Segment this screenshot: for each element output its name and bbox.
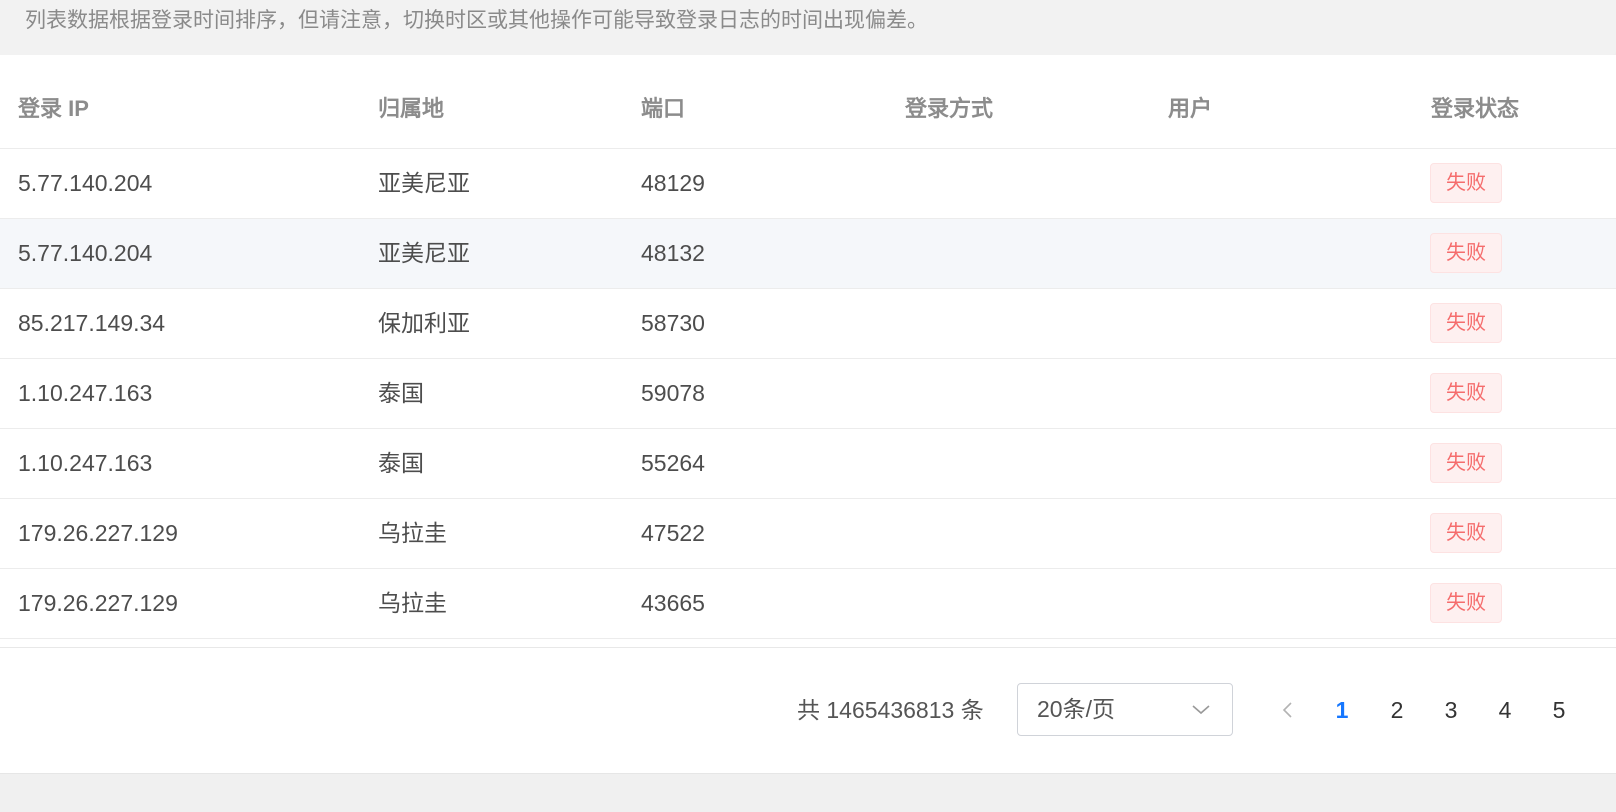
status-badge: 失败 bbox=[1430, 233, 1502, 273]
cell-location: 保加利亚 bbox=[378, 310, 470, 336]
cell-location: 乌拉圭 bbox=[378, 520, 447, 546]
login-log-panel: 登录 IP 归属地 端口 登录方式 用户 登录状态 5.77.140.204 亚美… bbox=[0, 55, 1616, 773]
cell-port: 58730 bbox=[641, 310, 705, 336]
chevron-left-icon[interactable] bbox=[1276, 697, 1300, 723]
cell-location: 泰国 bbox=[378, 380, 424, 406]
page-1-button[interactable]: 1 bbox=[1327, 693, 1357, 727]
cell-ip: 5.77.140.204 bbox=[18, 170, 153, 196]
cell-port: 59078 bbox=[641, 380, 705, 406]
cell-port: 48129 bbox=[641, 170, 705, 196]
cell-location: 亚美尼亚 bbox=[378, 240, 470, 266]
cell-ip: 1.10.247.163 bbox=[18, 380, 153, 406]
table-row[interactable]: 1.10.247.163 泰国 59078 失败 bbox=[0, 359, 1616, 429]
table-header: 登录 IP 归属地 端口 登录方式 用户 登录状态 bbox=[0, 55, 1616, 149]
page-4-button[interactable]: 4 bbox=[1490, 693, 1520, 727]
column-header-status: 登录状态 bbox=[1431, 96, 1520, 121]
notice-bar: 列表数据根据登录时间排序，但请注意，切换时区或其他操作可能导致登录日志的时间出现… bbox=[0, 0, 1616, 55]
table-row[interactable]: 85.217.149.34 保加利亚 58730 失败 bbox=[0, 289, 1616, 359]
divider bbox=[0, 647, 1616, 648]
table-row[interactable]: 179.26.227.129 乌拉圭 47522 失败 bbox=[0, 499, 1616, 569]
column-header-method: 登录方式 bbox=[905, 96, 994, 121]
cell-location: 乌拉圭 bbox=[378, 590, 447, 616]
cell-ip: 179.26.227.129 bbox=[18, 520, 178, 546]
cell-port: 48132 bbox=[641, 240, 705, 266]
table-row[interactable]: 179.26.227.129 乌拉圭 43665 失败 bbox=[0, 569, 1616, 639]
status-badge: 失败 bbox=[1430, 513, 1502, 553]
table-row[interactable]: 5.77.140.204 亚美尼亚 48132 失败 bbox=[0, 219, 1616, 289]
chevron-down-icon bbox=[1192, 705, 1210, 715]
table-body: 5.77.140.204 亚美尼亚 48129 失败 5.77.140.204 亚美尼亚 4… bbox=[0, 149, 1616, 639]
column-header-user: 用户 bbox=[1168, 96, 1213, 121]
cell-ip: 85.217.149.34 bbox=[18, 310, 166, 336]
page-5-button[interactable]: 5 bbox=[1544, 693, 1574, 727]
page-2-button[interactable]: 2 bbox=[1382, 693, 1412, 727]
status-badge: 失败 bbox=[1430, 583, 1502, 623]
page-size-value: 20条/页 bbox=[1037, 696, 1115, 722]
page-3-button[interactable]: 3 bbox=[1436, 693, 1466, 727]
status-badge: 失败 bbox=[1430, 443, 1502, 483]
cell-port: 55264 bbox=[641, 450, 705, 476]
cell-ip: 1.10.247.163 bbox=[18, 450, 153, 476]
status-badge: 失败 bbox=[1430, 303, 1502, 343]
cell-location: 亚美尼亚 bbox=[378, 170, 470, 196]
bottom-strip bbox=[0, 773, 1616, 812]
cell-ip: 5.77.140.204 bbox=[18, 240, 153, 266]
table-row[interactable]: 1.10.247.163 泰国 55264 失败 bbox=[0, 429, 1616, 499]
cell-location: 泰国 bbox=[378, 450, 424, 476]
cell-ip: 179.26.227.129 bbox=[18, 590, 178, 616]
total-count: 共 1465436813 条 bbox=[797, 697, 984, 723]
column-header-ip: 登录 IP bbox=[18, 96, 89, 121]
status-badge: 失败 bbox=[1430, 373, 1502, 413]
column-header-location: 归属地 bbox=[378, 96, 445, 121]
cell-port: 47522 bbox=[641, 520, 705, 546]
page-size-select[interactable]: 20条/页 bbox=[1017, 683, 1233, 736]
cell-port: 43665 bbox=[641, 590, 705, 616]
notice-text: 列表数据根据登录时间排序，但请注意，切换时区或其他操作可能导致登录日志的时间出现… bbox=[25, 9, 928, 32]
status-badge: 失败 bbox=[1430, 163, 1502, 203]
table-row[interactable]: 5.77.140.204 亚美尼亚 48129 失败 bbox=[0, 149, 1616, 219]
column-header-port: 端口 bbox=[641, 96, 686, 121]
